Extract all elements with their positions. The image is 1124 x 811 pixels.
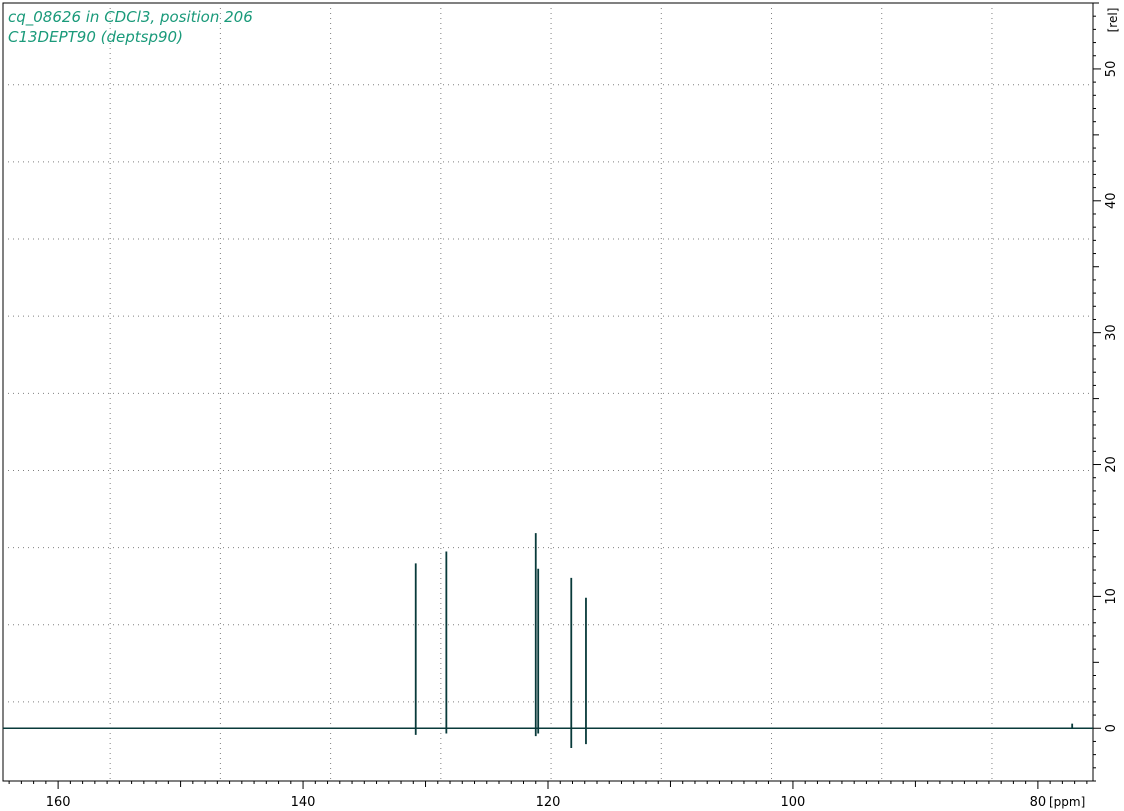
x-axis: 160 140 120 100 80 bbox=[8, 781, 1088, 810]
spectrum-chart: 160 140 120 100 80 0 10 20 30 40 50 cq_08626 in C… bbox=[2, 2, 1120, 810]
plot-frame bbox=[2, 2, 1094, 782]
x-tick-label: 80 bbox=[1030, 795, 1047, 810]
y-tick-label: 0 bbox=[1104, 724, 1119, 732]
y-axis-unit-label: [rel] bbox=[1106, 8, 1120, 33]
y-tick-label: 40 bbox=[1104, 193, 1119, 210]
y-axis: 0 10 20 30 40 50 bbox=[1093, 2, 1119, 782]
x-tick-label: 100 bbox=[781, 795, 806, 810]
x-tick-label: 140 bbox=[291, 795, 316, 810]
grid bbox=[3, 3, 1093, 781]
chart-subtitle: C13DEPT90 (deptsp90) bbox=[8, 28, 183, 46]
x-axis-unit-label: [ppm] bbox=[1049, 795, 1085, 809]
y-tick-label: 10 bbox=[1104, 588, 1119, 605]
chart-title: cq_08626 in CDCl3, position 206 bbox=[8, 8, 253, 27]
x-tick-label: 160 bbox=[46, 795, 71, 810]
x-tick-label: 120 bbox=[536, 795, 561, 810]
y-tick-label: 50 bbox=[1104, 61, 1119, 78]
y-tick-label: 20 bbox=[1104, 456, 1119, 473]
peaks bbox=[414, 533, 1074, 749]
y-tick-label: 30 bbox=[1104, 324, 1119, 341]
